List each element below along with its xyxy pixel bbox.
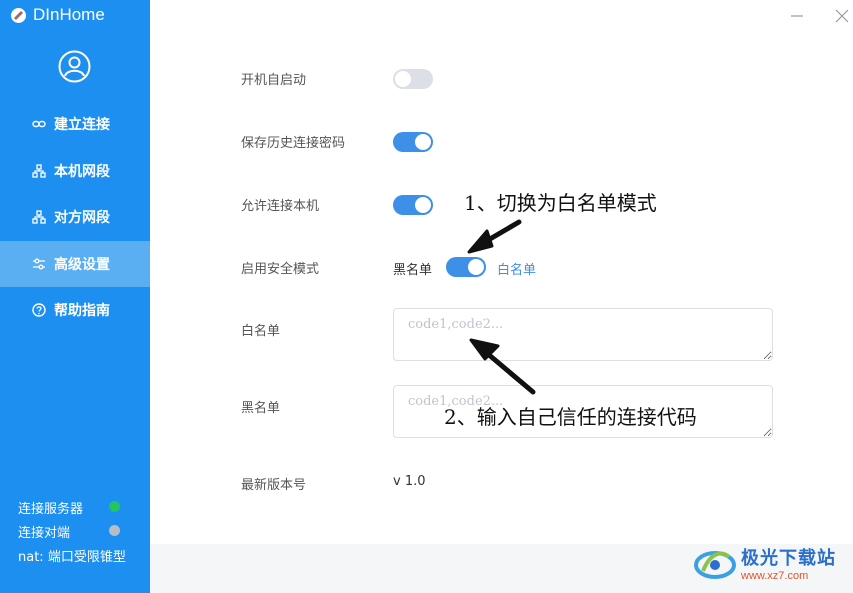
server-status-dot (109, 501, 120, 512)
nat-type-status: nat: 端口受限锥型 (18, 550, 126, 565)
arrow-to-security-toggle (467, 219, 522, 254)
peer-status-dot (109, 525, 120, 536)
sidebar-item-label: 帮助指南 (54, 303, 110, 320)
logo-icon (11, 7, 26, 23)
blacklist-label: 黑名单 (241, 401, 281, 416)
sidebar: DInHome 建立连接 本机网段 对方网段 高级设置 帮助指南 连接服务器 连… (0, 0, 150, 593)
security-mode-label: 启用安全模式 (241, 262, 320, 277)
toggle-knob (395, 71, 411, 87)
peer-connection-status: 连接对端 (18, 526, 71, 541)
sidebar-item-local-network[interactable]: 本机网段 (0, 148, 150, 195)
annotation-step2: 2、输入自己信任的连接代码 (444, 405, 697, 429)
allow-connect-toggle[interactable] (393, 195, 433, 215)
sidebar-item-connect[interactable]: 建立连接 (0, 101, 150, 148)
app-brand: DInHome (10, 5, 105, 25)
whitelist-label: 白名单 (241, 324, 281, 339)
whitelist-input[interactable] (393, 308, 773, 361)
user-avatar-icon[interactable] (58, 50, 91, 83)
watermark-title: 极光下载站 (741, 548, 836, 569)
toggle-knob (415, 134, 431, 150)
network-icon (32, 210, 46, 224)
autostart-label: 开机自启动 (241, 73, 307, 88)
minimize-button[interactable] (789, 8, 805, 24)
watermark-url: www.xz7.com (741, 570, 809, 582)
sidebar-item-label: 本机网段 (54, 163, 110, 180)
sidebar-item-label: 建立连接 (54, 117, 110, 134)
sidebar-nav: 建立连接 本机网段 对方网段 高级设置 帮助指南 (0, 101, 150, 334)
toggle-knob (468, 259, 484, 275)
save-password-label: 保存历史连接密码 (241, 136, 346, 151)
sliders-icon (33, 258, 45, 270)
autostart-toggle[interactable] (393, 69, 433, 89)
allow-connect-label: 允许连接本机 (241, 199, 320, 214)
watermark: 极光下载站 www.xz7.com (693, 541, 836, 585)
sidebar-item-label: 对方网段 (54, 210, 110, 227)
version-label: 最新版本号 (241, 478, 307, 493)
save-password-toggle[interactable] (393, 132, 433, 152)
app-title: DInHome (33, 5, 105, 24)
network-icon (32, 164, 46, 178)
sidebar-item-peer-network[interactable]: 对方网段 (0, 194, 150, 241)
version-value: v 1.0 (393, 474, 426, 489)
watermark-text: 极光下载站 www.xz7.com (741, 544, 836, 582)
help-icon (32, 303, 46, 317)
annotation-step1: 1、切换为白名单模式 (464, 191, 657, 215)
server-connection-status: 连接服务器 (18, 502, 84, 517)
security-mode-toggle[interactable] (446, 257, 486, 277)
link-icon (32, 121, 46, 128)
sidebar-item-help[interactable]: 帮助指南 (0, 287, 150, 334)
sidebar-item-label: 高级设置 (54, 256, 110, 273)
whitelist-option-label[interactable]: 白名单 (497, 259, 536, 278)
sidebar-item-advanced-settings[interactable]: 高级设置 (0, 240, 150, 287)
close-button[interactable] (834, 8, 850, 24)
blacklist-option-label[interactable]: 黑名单 (393, 259, 432, 278)
toggle-knob (415, 197, 431, 213)
watermark-logo-icon (694, 551, 736, 579)
